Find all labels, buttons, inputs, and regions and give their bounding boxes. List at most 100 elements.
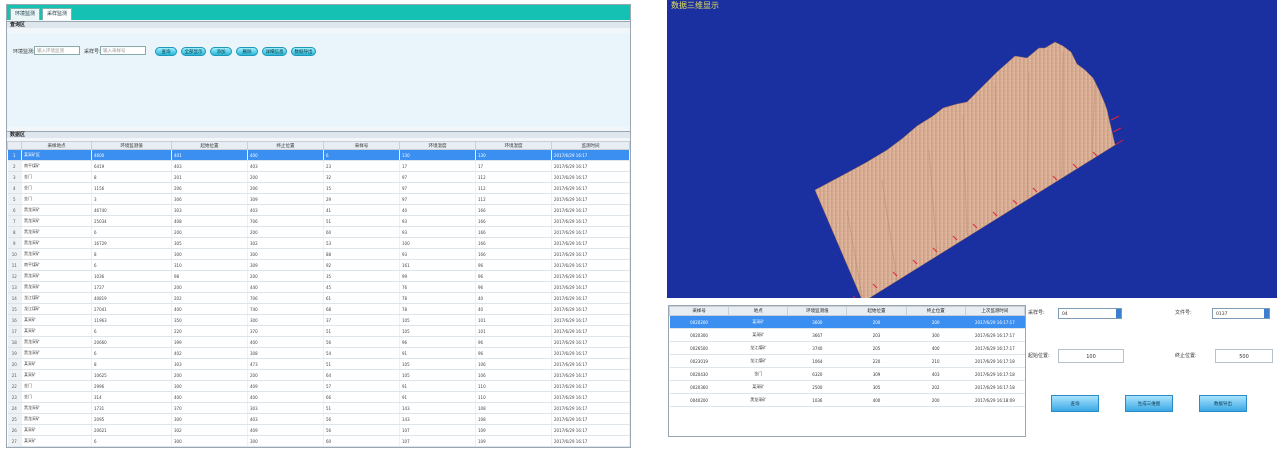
3d-surface-view[interactable]: 数据三维显示 [667,0,1277,298]
column-header[interactable]: 终止位置 [905,306,966,316]
table-cell: 4600 [91,149,172,161]
table-row[interactable]: 3 金门 8 201 200 32 97 112 2017/6/29 16:17 [7,171,630,183]
table-row[interactable]: 0023019 龙江煤矿 1064 220 210 2017/6/29 16:17:18 [669,354,1025,368]
table-cell: 2017/6/29 16:17:18 [965,354,1025,368]
table-cell: 2017/6/29 16:17:18 [965,380,1025,394]
table-row[interactable]: 23 金门 314 400 400 66 91 110 2017/6/29 16:17 [7,391,630,403]
table-row[interactable]: 7 黑龙采矿 25034 408 706 51 93 166 2017/6/29 16:17 [7,215,630,227]
table-cell: 金门 [21,391,92,403]
column-header[interactable] [7,141,22,150]
table-row[interactable]: 5 金门 3 306 309 29 97 112 2017/6/29 16:17 [7,193,630,205]
table-row[interactable]: 2 南平煤矿 6419 403 403 23 17 17 2017/6/29 16:17 [7,160,630,172]
table-cell: 2017/6/29 16:17:17 [965,341,1025,355]
generate-3d-button[interactable]: 生成三维图 [1125,395,1173,412]
table-cell: 108 [475,402,552,414]
table-row[interactable]: 0026500 龙江煤矿 3740 205 400 2017/6/29 16:17:17 [669,341,1025,355]
table-cell: 45 [323,281,400,293]
table-cell: 6320 [787,367,847,381]
export-button[interactable]: 数据导出 [291,47,316,56]
sample-no-select[interactable]: 04 [1058,308,1122,319]
table-row[interactable]: 11 南平煤矿 6 310 309 92 161 96 2017/6/29 16:17 [7,259,630,271]
table-cell: 310 [171,259,248,271]
start-pos-input[interactable]: 100 [1058,349,1124,363]
query-button[interactable]: 查询 [155,47,177,56]
row-number: 16 [7,314,22,326]
table-row[interactable]: 27 某采矿 6 300 300 60 107 109 2017/6/29 16:17 [7,435,630,447]
table-cell: 某采矿 [728,380,788,394]
column-header[interactable]: 地点 [728,306,789,316]
table-row[interactable]: 6 黑龙采矿 46740 303 403 41 40 166 2017/6/29 16:17 [7,204,630,216]
table-cell: 205 [846,341,907,355]
table-row[interactable]: 0020360 某采矿 2500 305 202 2017/6/29 16:17:18 [669,380,1025,394]
end-pos-input[interactable]: 500 [1215,349,1273,363]
dropdown-arrow-icon[interactable] [1264,309,1269,318]
table-cell: 2017/6/29 16:17 [551,204,630,216]
table-row[interactable]: 4 金门 1156 206 206 15 97 112 2017/6/29 16:17 [7,182,630,194]
column-header[interactable]: 环境监测值 [91,141,172,150]
dropdown-arrow-icon[interactable] [1116,309,1121,318]
table-row[interactable]: 14 龙江煤矿 40819 202 706 61 78 40 2017/6/29 16:17 [7,292,630,304]
tab-sample-monitor[interactable]: 采样监测 [42,8,73,20]
table-row[interactable]: 22 金门 2996 300 409 57 91 110 2017/6/29 16:17 [7,380,630,392]
table-row[interactable]: 0040200 黑龙采矿 1036 400 200 2017/6/29 16:18:09 [669,393,1025,407]
table-row[interactable]: 21 某采矿 10625 200 200 64 105 106 2017/6/29 16:17 [7,369,630,381]
table-cell: 202 [906,380,966,394]
column-header[interactable]: 环境温度 [399,141,476,150]
column-header[interactable]: 终止位置 [247,141,324,150]
table-cell: 某采矿 [21,435,92,447]
column-header[interactable]: 采样地点 [21,141,92,150]
table-cell: 96 [475,336,552,348]
table-row[interactable]: 16 某采矿 11963 350 300 37 105 101 2017/6/29 16:17 [7,314,630,326]
column-header[interactable]: 采样号 [323,141,400,150]
column-header[interactable]: 环境监测值 [787,306,848,316]
table-row[interactable]: 12 黑龙采矿 1036 98 200 35 99 96 2017/6/29 16:17 [7,270,630,282]
monitor-window: 环境监测 采样监测 查询区 环境监测: 输入环境监测 采样号: 输入采样号 查询… [6,4,631,448]
table-row[interactable]: 1 某采矿区 4600 401 400 6 130 130 2017/6/29 16:17 [7,149,630,161]
table-row[interactable]: 20 某采矿 8 303 473 51 105 106 2017/6/29 16:17 [7,358,630,370]
add-button[interactable]: 添加 [210,47,232,56]
table-row[interactable]: 0020300 某采矿 3667 203 300 2017/6/29 16:17:17 [669,328,1025,342]
table-cell: 黑龙采矿 [728,393,788,407]
table-row[interactable]: 8 黑龙采矿 6 200 200 60 93 166 2017/6/29 16:17 [7,226,630,238]
table-cell: 403 [247,204,324,216]
table-row[interactable]: 17 某采矿 6 220 370 51 105 101 2017/6/29 16:17 [7,325,630,337]
show-all-button[interactable]: 全部显示 [181,47,206,56]
tab-env-monitor[interactable]: 环境监测 [10,8,41,20]
export-data-button[interactable]: 数据导出 [1199,395,1247,412]
delete-button[interactable]: 删除 [236,47,258,56]
column-header[interactable]: 起始位置 [846,306,907,316]
column-header[interactable]: 监测时间 [551,141,630,150]
table-cell: 92 [323,259,400,271]
table-cell: 206 [247,182,324,194]
sample-no-input[interactable]: 输入采样号 [100,46,146,55]
query-button[interactable]: 查询 [1051,395,1099,412]
table-row[interactable]: 0020430 金门 6320 309 403 2017/6/29 16:17:18 [669,367,1025,381]
table-row[interactable]: 10 黑龙采矿 8 300 300 88 93 166 2017/6/29 16:17 [7,248,630,260]
column-header[interactable]: 上次监测时间 [964,306,1026,316]
table-cell: 某采矿 [728,328,788,342]
table-row[interactable]: 0020200 某采矿 3600 200 200 2017/6/29 16:17:17 [669,315,1025,329]
table-row[interactable]: 24 黑龙采矿 1731 370 303 51 143 108 2017/6/29 16:17 [7,402,630,414]
table-cell: 408 [171,215,248,227]
column-header[interactable]: 环境湿度 [475,141,552,150]
file-no-select[interactable]: 0137 [1212,308,1270,319]
table-row[interactable]: 26 某采矿 20621 302 409 56 107 109 2017/6/29 16:17 [7,424,630,436]
table-row[interactable]: 19 黑龙采矿 6 402 308 54 91 96 2017/6/29 16:17 [7,347,630,359]
details-button[interactable]: 详细信息 [262,47,287,56]
table-cell: 6 [91,325,172,337]
query-panel: 环境监测: 输入环境监测 采样号: 输入采样号 查询 全部显示 添加 删除 详细… [7,33,630,127]
env-monitor-input[interactable]: 输入环境监测 [34,46,80,55]
table-row[interactable]: 18 黑龙采矿 20660 399 400 56 96 96 2017/6/29 16:17 [7,336,630,348]
table-cell: 40819 [91,292,172,304]
table-row[interactable]: 9 黑龙采矿 16729 305 302 53 100 166 2017/6/29 16:17 [7,237,630,249]
sample-table: 采样号 地点 环境监测值 起始位置 终止位置 上次监测时间 0020200 某采矿 3600 2… [668,306,1026,407]
table-cell: 400 [846,393,907,407]
table-cell: 105 [399,314,476,326]
table-row[interactable]: 25 黑龙采矿 2095 300 403 56 143 108 2017/6/29 16:17 [7,413,630,425]
table-cell: 78 [399,303,476,315]
table-row[interactable]: 13 黑龙采矿 1727 200 440 45 76 96 2017/6/29 16:17 [7,281,630,293]
column-header[interactable]: 采样号 [668,306,730,316]
table-cell: 110 [475,380,552,392]
table-row[interactable]: 15 龙江煤矿 27041 400 740 68 78 40 2017/6/29 16:17 [7,303,630,315]
column-header[interactable]: 起始位置 [171,141,248,150]
